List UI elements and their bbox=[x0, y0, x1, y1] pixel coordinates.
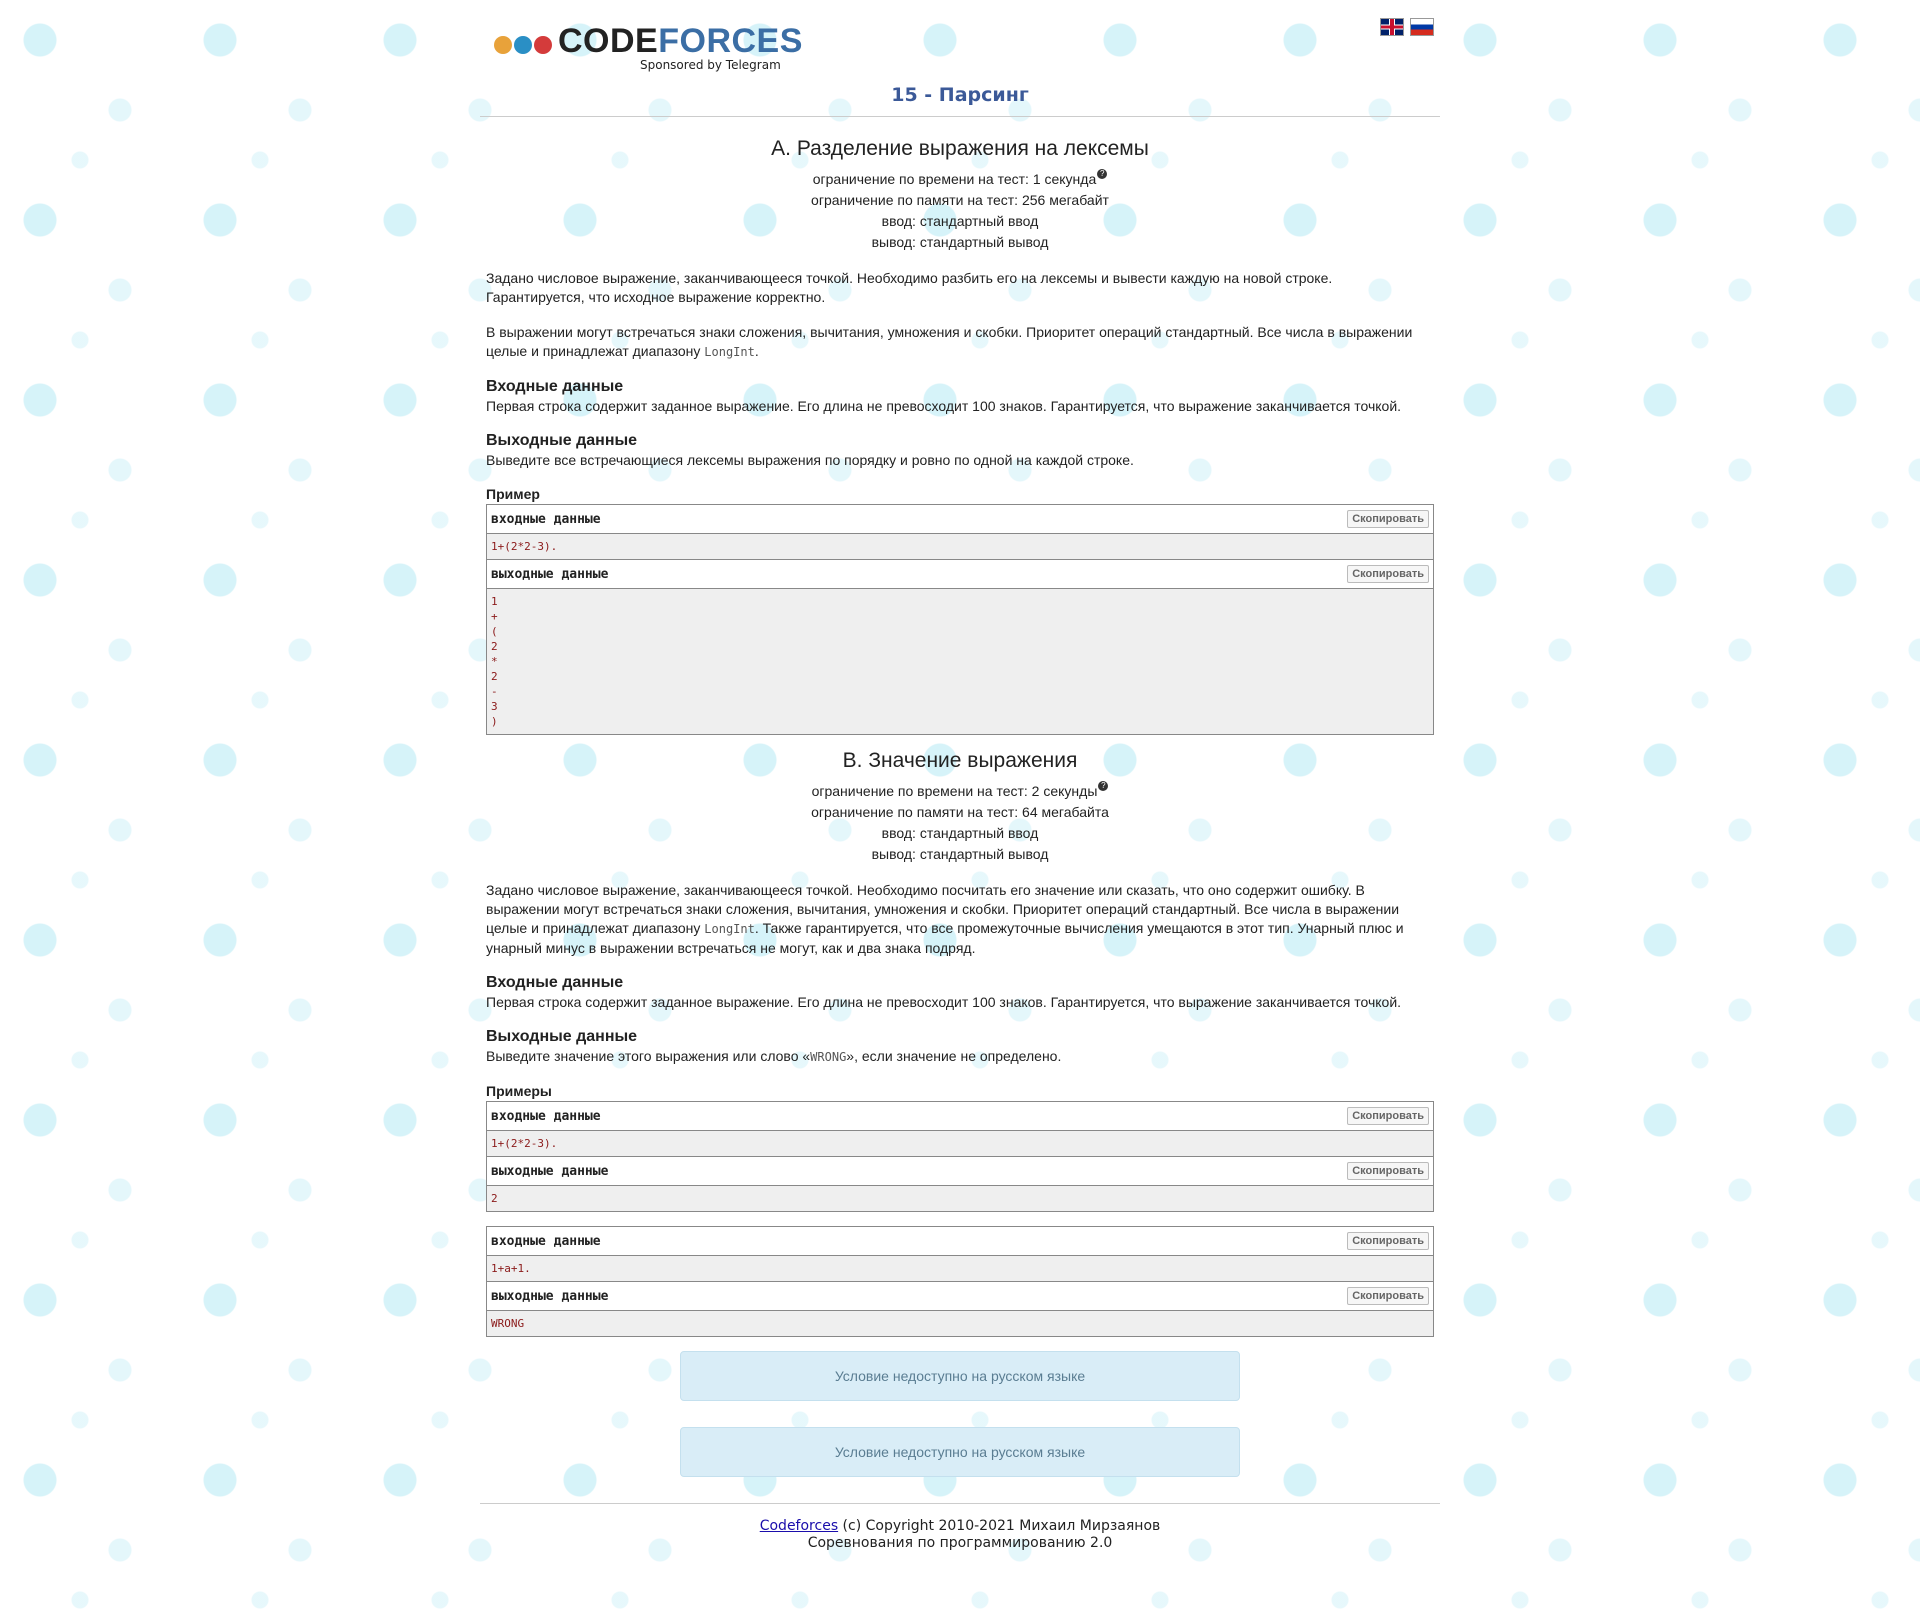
logo-text: CODEFORCES bbox=[558, 22, 803, 61]
logo-forces: FORCES bbox=[658, 22, 803, 60]
problem-b-output-text: Выведите значение этого выражения или сл… bbox=[486, 1048, 1062, 1064]
sample-output-header: выходные данные Скопировать bbox=[487, 1282, 1433, 1311]
sample-input-label: входные данные bbox=[491, 511, 601, 527]
problem-b-meta: ограничение по времени на тест: 2 секунд… bbox=[486, 781, 1434, 865]
footer-line-1: Codeforces (c) Copyright 2010-2021 Михаи… bbox=[759, 1518, 1161, 1534]
problem-a-sample: входные данные Скопировать 1+(2*2-3). вы… bbox=[486, 504, 1434, 735]
sample-output-label: выходные данные bbox=[491, 1163, 609, 1179]
sample-input-header: входные данные Скопировать bbox=[487, 1102, 1433, 1131]
sample-input-header: входные данные Скопировать bbox=[487, 505, 1433, 534]
problem-a-output-text: Выведите все встречающиеся лексемы выраж… bbox=[486, 452, 1134, 468]
problem-a-meta: ограничение по времени на тест: 1 секунд… bbox=[486, 169, 1434, 253]
problem-a: A. Разделение выражения на лексемы огран… bbox=[480, 137, 1440, 735]
flag-ru-icon[interactable] bbox=[1410, 18, 1434, 36]
page: CODEFORCES Sponsored by Telegram 15 - Па… bbox=[480, 0, 1440, 1552]
copy-button[interactable]: Скопировать bbox=[1347, 1107, 1429, 1125]
copy-button[interactable]: Скопировать bbox=[1347, 1162, 1429, 1180]
flag-uk-icon[interactable] bbox=[1380, 18, 1404, 36]
problem-b-input-title: Входные данные bbox=[486, 974, 624, 991]
problem-b-statement: Задано числовое выражение, заканчивающее… bbox=[486, 882, 1404, 956]
logo-code: CODE bbox=[558, 22, 659, 60]
problem-a-input: ввод: стандартный ввод bbox=[881, 213, 1039, 229]
sample-input-label: входные данные bbox=[491, 1108, 601, 1124]
problem-b-samples-title: Примеры bbox=[486, 1083, 552, 1099]
code-longint: LongInt bbox=[704, 345, 755, 359]
footer-line-2: Соревнования по программированию 2.0 bbox=[807, 1535, 1113, 1551]
problem-a-statement-1: Задано числовое выражение, заканчивающее… bbox=[486, 270, 1333, 305]
copy-button[interactable]: Скопировать bbox=[1347, 565, 1429, 583]
sample-input-label: входные данные bbox=[491, 1233, 601, 1249]
copy-button[interactable]: Скопировать bbox=[1347, 1232, 1429, 1250]
problem-b-time-limit: ограничение по времени на тест: 2 секунд… bbox=[486, 781, 1434, 802]
code-wrong: WRONG bbox=[810, 1050, 847, 1064]
code-longint: LongInt bbox=[704, 922, 755, 936]
logo-sponsor: Sponsored by Telegram bbox=[640, 58, 781, 72]
footer-codeforces-link[interactable]: Codeforces bbox=[760, 1518, 838, 1534]
problem-a-samples-title: Пример bbox=[486, 486, 540, 502]
copy-button[interactable]: Скопировать bbox=[1347, 1287, 1429, 1305]
ornament-icon bbox=[514, 36, 532, 54]
sample-input[interactable]: 1+(2*2-3). bbox=[487, 1131, 1433, 1157]
footer: Codeforces (c) Copyright 2010-2021 Михаи… bbox=[480, 1518, 1440, 1552]
problem-b-title: B. Значение выражения bbox=[842, 749, 1078, 772]
problem-a-time-limit: ограничение по времени на тест: 1 секунд… bbox=[486, 169, 1434, 190]
help-icon[interactable]: ? bbox=[1098, 781, 1109, 791]
help-icon[interactable]: ? bbox=[1097, 169, 1108, 179]
sample-output-label: выходные данные bbox=[491, 1288, 609, 1304]
notice-unavailable: Условие недоступно на русском языке bbox=[680, 1351, 1240, 1401]
language-switcher bbox=[1380, 18, 1434, 36]
ornament-icon bbox=[534, 36, 552, 54]
contest-title[interactable]: 15 - Парсинг bbox=[480, 80, 1440, 116]
problem-a-memory-limit: ограничение по памяти на тест: 256 мегаб… bbox=[811, 192, 1109, 208]
problem-b-input-text: Первая строка содержит заданное выражени… bbox=[486, 994, 1402, 1010]
problem-b-output: вывод: стандартный вывод bbox=[871, 846, 1049, 862]
problem-b-sample-2: входные данные Скопировать 1+a+1. выходн… bbox=[486, 1226, 1434, 1337]
problem-b-memory-limit: ограничение по памяти на тест: 64 мегаба… bbox=[811, 804, 1109, 820]
problem-a-output: вывод: стандартный вывод bbox=[871, 234, 1049, 250]
problem-b-input: ввод: стандартный ввод bbox=[881, 825, 1039, 841]
sample-output-label: выходные данные bbox=[491, 566, 609, 582]
footer-divider bbox=[480, 1503, 1440, 1504]
sample-input-header: входные данные Скопировать bbox=[487, 1227, 1433, 1256]
problem-b: B. Значение выражения ограничение по вре… bbox=[480, 749, 1440, 1337]
sample-output[interactable]: 1 + ( 2 * 2 - 3 ) bbox=[487, 589, 1433, 734]
divider bbox=[480, 116, 1440, 117]
sample-output-header: выходные данные Скопировать bbox=[487, 560, 1433, 589]
problem-a-input-text: Первая строка содержит заданное выражени… bbox=[486, 398, 1402, 414]
problem-b-output-title: Выходные данные bbox=[486, 1028, 638, 1045]
problem-a-output-title: Выходные данные bbox=[486, 432, 638, 449]
sample-output-header: выходные данные Скопировать bbox=[487, 1157, 1433, 1186]
sample-input[interactable]: 1+a+1. bbox=[487, 1256, 1433, 1282]
ornament-icon bbox=[494, 36, 512, 54]
sample-output[interactable]: 2 bbox=[487, 1186, 1433, 1211]
header: CODEFORCES Sponsored by Telegram bbox=[480, 0, 1440, 80]
codeforces-logo[interactable]: CODEFORCES Sponsored by Telegram bbox=[490, 14, 803, 76]
sample-input[interactable]: 1+(2*2-3). bbox=[487, 534, 1433, 560]
problem-a-statement-2: В выражении могут встречаться знаки слож… bbox=[486, 324, 1413, 359]
sample-output[interactable]: WRONG bbox=[487, 1311, 1433, 1336]
problem-a-title: A. Разделение выражения на лексемы bbox=[771, 137, 1149, 160]
copy-button[interactable]: Скопировать bbox=[1347, 510, 1429, 528]
problem-b-sample-1: входные данные Скопировать 1+(2*2-3). вы… bbox=[486, 1101, 1434, 1212]
notice-unavailable: Условие недоступно на русском языке bbox=[680, 1427, 1240, 1477]
problem-a-input-title: Входные данные bbox=[486, 378, 624, 395]
